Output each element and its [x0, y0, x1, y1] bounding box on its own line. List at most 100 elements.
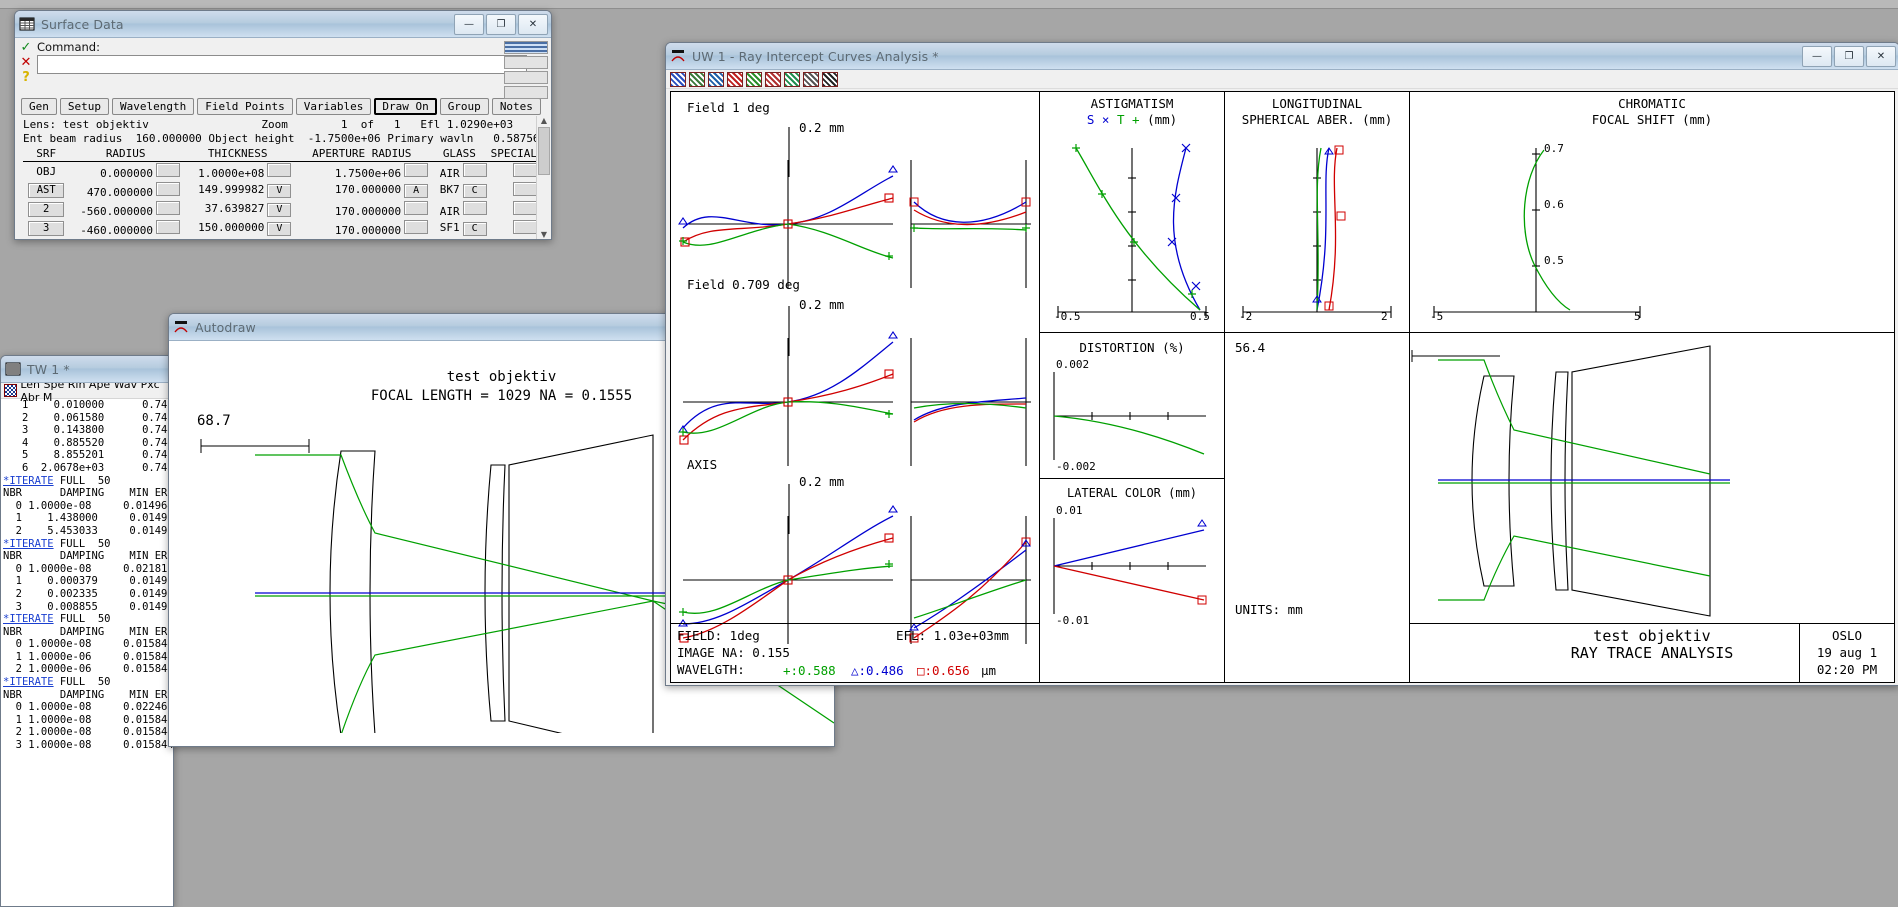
iterate-link[interactable]: *ITERATE	[3, 475, 54, 487]
thickness-flag-button[interactable]	[267, 163, 291, 177]
special-flag-button[interactable]	[513, 182, 537, 196]
radius-flag-button[interactable]	[156, 182, 180, 196]
iterate-link[interactable]: *ITERATE	[3, 613, 54, 625]
special-flag-button[interactable]	[513, 201, 537, 215]
cell-aperture[interactable]: 170.000000	[293, 200, 430, 219]
cell-special[interactable]	[489, 181, 539, 200]
cell-glass[interactable]: AIR	[430, 200, 488, 219]
iterate-link[interactable]: *ITERATE	[3, 538, 54, 550]
thickness-flag-button[interactable]: V	[267, 203, 291, 217]
surface-tab-field-points[interactable]: Field Points	[197, 98, 292, 115]
cell-srf[interactable]: AST	[23, 181, 69, 200]
cell-thickness[interactable]: 37.639827V	[182, 200, 293, 219]
radius-flag-button[interactable]	[156, 163, 180, 177]
glass-flag-button[interactable]: C	[463, 222, 487, 236]
minimize-button[interactable]: —	[454, 14, 484, 35]
table-row[interactable]: 2 -560.00000037.639827V170.000000AIR	[23, 200, 539, 219]
surface-data-rows[interactable]: OBJ0.0000001.0000e+081.7500e+06AIRAST 470…	[23, 162, 539, 241]
uw1-window-controls[interactable]: — ❐ ✕	[1802, 46, 1896, 67]
wavefront-icon[interactable]	[784, 72, 800, 87]
glass-flag-button[interactable]	[463, 239, 487, 240]
uw1-titlebar[interactable]: UW 1 - Ray Intercept Curves Analysis * —…	[666, 43, 1898, 70]
spot-diagram-icon[interactable]	[822, 72, 838, 87]
cell-glass[interactable]: SF1C	[430, 219, 488, 238]
cell-aperture[interactable]: 170.000000A	[293, 181, 430, 200]
cell-special[interactable]	[489, 238, 539, 240]
grid-toggle-group[interactable]	[504, 41, 548, 101]
grid-view-button-1[interactable]	[504, 41, 548, 54]
special-flag-button[interactable]	[513, 220, 537, 234]
tw1-toolbar[interactable]: Len Spe Rin Ape Wav Pxc Abr M	[1, 383, 173, 399]
aperture-flag-button[interactable]	[404, 163, 428, 177]
cell-aperture[interactable]: 170.000000	[293, 219, 430, 238]
cell-radius[interactable]: 470.000000	[69, 181, 182, 200]
surface-tab-draw-on[interactable]: Draw On	[374, 98, 436, 115]
table-row[interactable]: AST470.000000149.999982V170.000000ABK7C	[23, 181, 539, 200]
cell-glass[interactable]: AIR	[430, 162, 488, 182]
thickness-flag-button[interactable]: V	[267, 184, 291, 198]
grid-view-button-2[interactable]	[504, 56, 548, 69]
grid-icon[interactable]	[670, 72, 686, 87]
radius-flag-button[interactable]	[156, 201, 180, 215]
special-flag-button[interactable]	[513, 239, 537, 240]
spot-icon[interactable]	[708, 72, 724, 87]
glass-flag-button[interactable]	[463, 163, 487, 177]
cell-srf[interactable]: 2	[23, 200, 69, 219]
aperture-flag-button[interactable]	[404, 201, 428, 215]
uw1-window[interactable]: UW 1 - Ray Intercept Curves Analysis * —…	[665, 42, 1898, 686]
cell-special[interactable]	[489, 219, 539, 238]
ray-fan-icon[interactable]	[727, 72, 743, 87]
cell-radius[interactable]: -560.000000	[69, 200, 182, 219]
surface-tab-group[interactable]: Group	[440, 98, 489, 115]
aperture-flag-button[interactable]	[404, 239, 428, 240]
glass-flag-button[interactable]: C	[463, 184, 487, 198]
surface-button[interactable]: AST	[28, 183, 64, 198]
table-row[interactable]: 3 -460.000000150.000000V170.000000SF1C	[23, 219, 539, 238]
cell-radius[interactable]: -1.6740e+03V	[69, 238, 182, 240]
uw1-toolbar[interactable]	[666, 70, 1898, 89]
surface-data-window[interactable]: Surface Data — ❐ ✕ ✓ ✕ ? Command:	[14, 10, 552, 240]
surface-data-scrollbar[interactable]: ▲ ▼	[536, 116, 551, 240]
maximize-button[interactable]: ❐	[486, 14, 516, 35]
radius-flag-button[interactable]	[156, 220, 180, 234]
grid-view-button-3[interactable]	[504, 71, 548, 84]
cell-thickness[interactable]: 1.0000e+08	[182, 162, 293, 182]
mtf-icon[interactable]	[746, 72, 762, 87]
cell-thickness[interactable]: 150.000000V	[182, 219, 293, 238]
aperture-flag-button[interactable]	[404, 220, 428, 234]
command-input[interactable]	[37, 55, 527, 74]
cell-special[interactable]	[489, 200, 539, 219]
psf-icon[interactable]	[765, 72, 781, 87]
cell-glass[interactable]: BK7C	[430, 181, 488, 200]
bars-icon[interactable]	[803, 72, 819, 87]
grid-view-button-4[interactable]	[504, 86, 548, 99]
cell-thickness[interactable]: 341.789558V	[182, 238, 293, 240]
surface-tab-variables[interactable]: Variables	[296, 98, 372, 115]
scroll-thumb[interactable]	[538, 127, 550, 175]
surface-data-tabbar[interactable]: GenSetupWavelengthField PointsVariablesD…	[15, 96, 551, 117]
spectrum-icon[interactable]	[689, 72, 705, 87]
surface-button[interactable]: 2	[28, 202, 64, 217]
surface-tab-setup[interactable]: Setup	[60, 98, 109, 115]
scroll-up-icon[interactable]: ▲	[537, 116, 551, 125]
surface-tab-wavelength[interactable]: Wavelength	[112, 98, 194, 115]
special-flag-button[interactable]	[513, 163, 537, 177]
maximize-button[interactable]: ❐	[1834, 46, 1864, 67]
surface-button[interactable]: 3	[28, 221, 64, 236]
surface-data-titlebar[interactable]: Surface Data — ❐ ✕	[15, 11, 551, 38]
cell-srf[interactable]: 3	[23, 219, 69, 238]
minimize-button[interactable]: —	[1802, 46, 1832, 67]
table-row[interactable]: OBJ0.0000001.0000e+081.7500e+06AIR	[23, 162, 539, 182]
surface-tab-gen[interactable]: Gen	[21, 98, 57, 115]
surface-data-window-controls[interactable]: — ❐ ✕	[454, 14, 548, 35]
cell-radius[interactable]: 0.000000	[69, 162, 182, 182]
close-button[interactable]: ✕	[518, 14, 548, 35]
help-icon[interactable]: ?	[22, 71, 30, 85]
glass-flag-button[interactable]	[463, 201, 487, 215]
cell-aperture[interactable]: 170.000000	[293, 238, 430, 240]
cell-glass[interactable]: AIR	[430, 238, 488, 240]
table-row[interactable]: 4-1.6740e+03V341.789558V170.000000AIR	[23, 238, 539, 240]
cell-radius[interactable]: -460.000000	[69, 219, 182, 238]
tw1-window[interactable]: TW 1 * Len Spe Rin Ape Wav Pxc Abr M 1 0…	[0, 355, 174, 907]
cell-srf[interactable]: 4	[23, 238, 69, 240]
